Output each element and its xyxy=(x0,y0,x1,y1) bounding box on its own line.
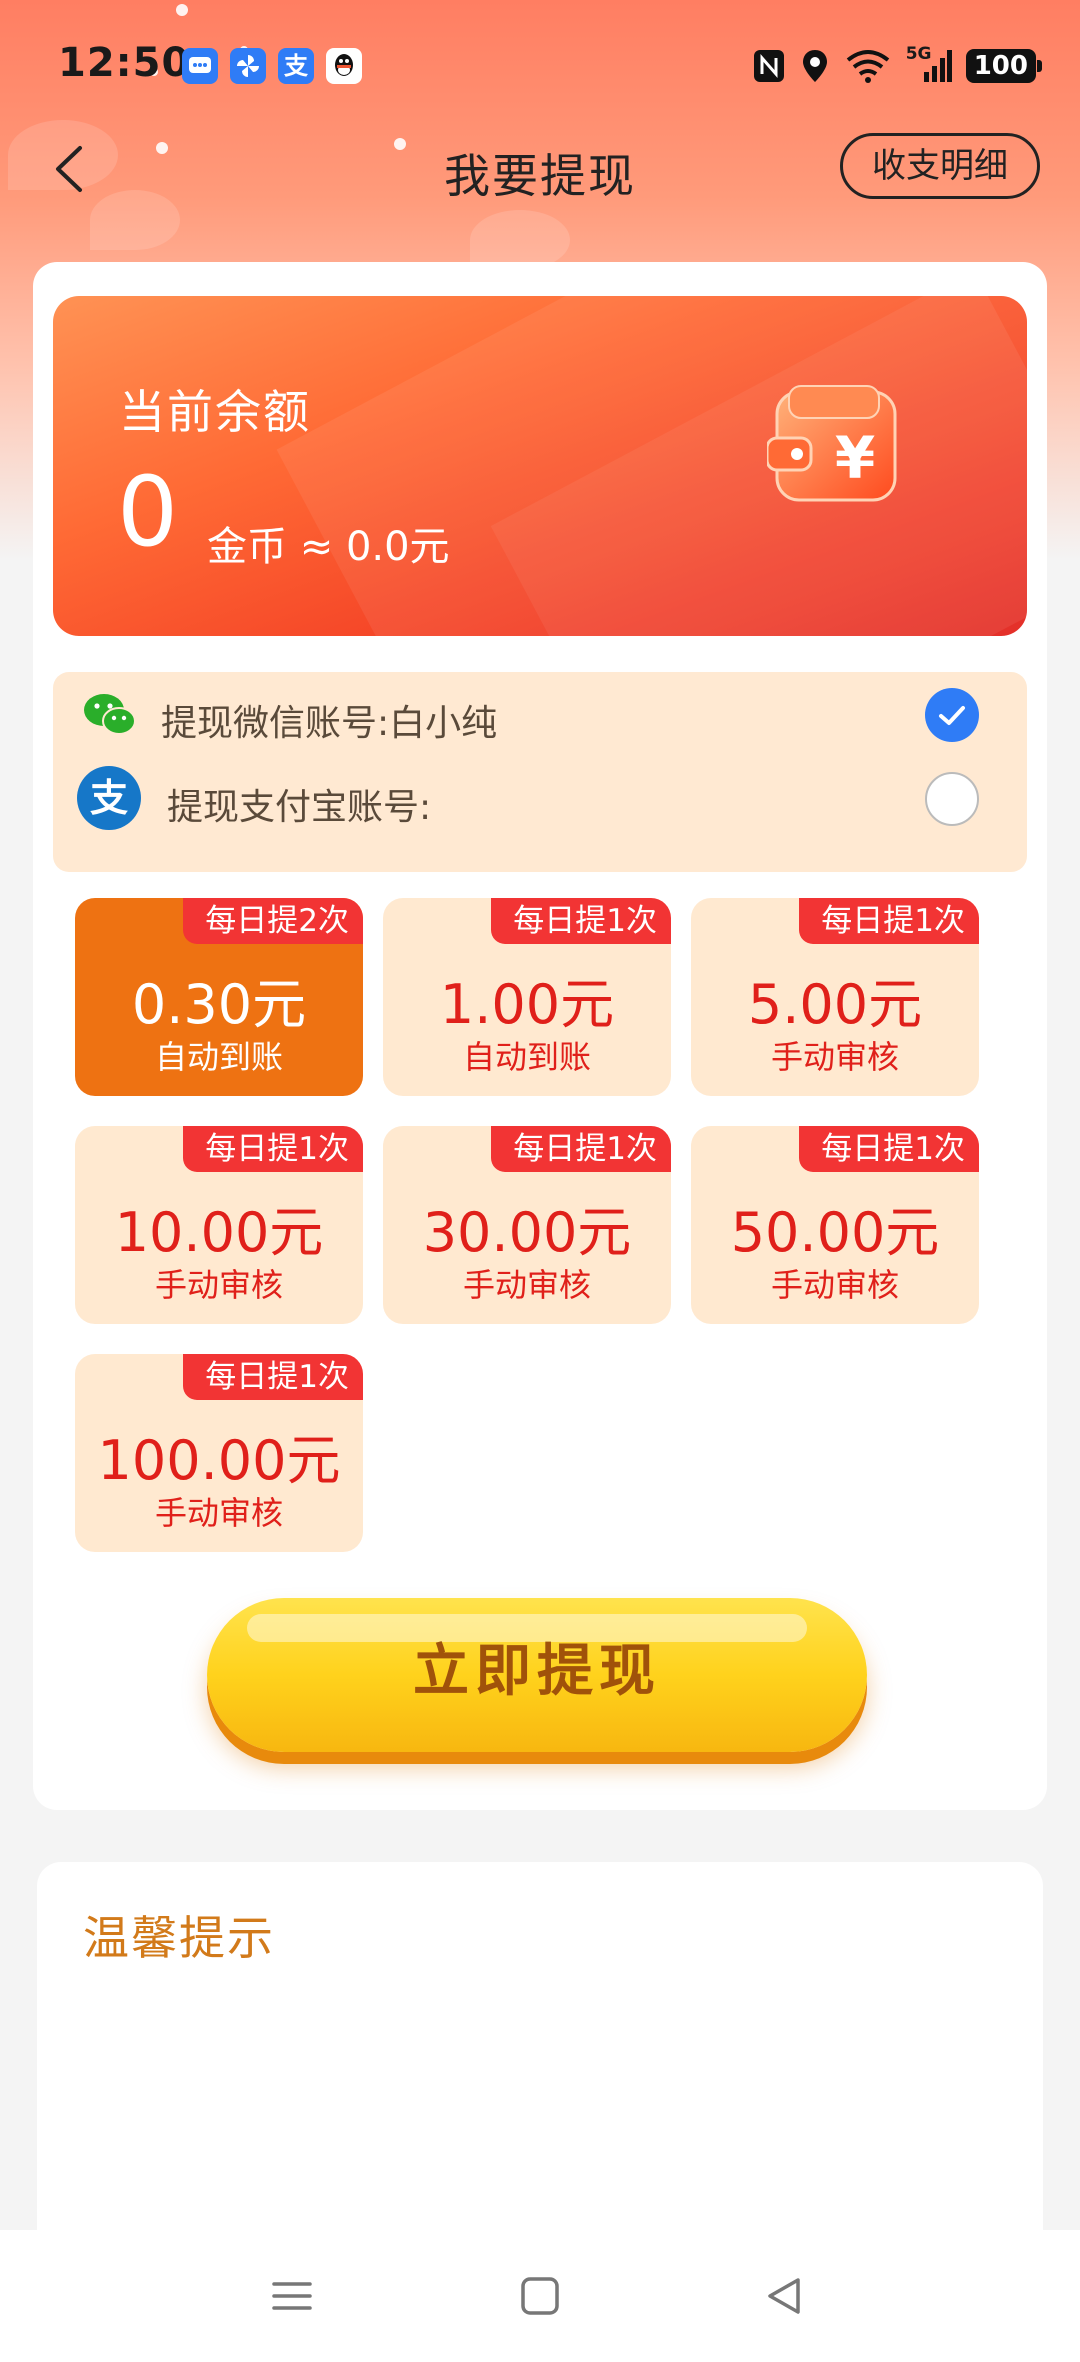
alipay-check-radio[interactable] xyxy=(925,772,979,826)
signal-icon: 5G xyxy=(906,44,952,84)
daily-limit-badge: 每日提2次 xyxy=(183,898,363,944)
withdraw-amount-options: 每日提2次 0.30元 自动到账 每日提1次 1.00元 自动到账 每日提1次 … xyxy=(75,898,1005,1558)
amount-option[interactable]: 每日提1次 5.00元 手动审核 xyxy=(691,898,979,1096)
menu-icon xyxy=(272,2282,312,2310)
amount-option[interactable]: 每日提1次 30.00元 手动审核 xyxy=(383,1126,671,1324)
daily-limit-badge: 每日提1次 xyxy=(491,898,671,944)
tips-title: 温馨提示 xyxy=(83,1911,275,1965)
option-amount: 30.00元 xyxy=(422,1201,632,1264)
alipay-icon: 支 xyxy=(77,766,141,830)
option-amount: 1.00元 xyxy=(439,973,615,1036)
balance-amount: 0 xyxy=(117,456,179,568)
amount-option[interactable]: 每日提1次 10.00元 手动审核 xyxy=(75,1126,363,1324)
page-header: 我要提现 收支明细 xyxy=(0,128,1080,208)
daily-limit-badge: 每日提1次 xyxy=(183,1354,363,1400)
alipay-account-row[interactable]: 支 提现支付宝账号: xyxy=(53,756,1027,840)
daily-limit-badge: 每日提1次 xyxy=(799,1126,979,1172)
option-amount: 10.00元 xyxy=(114,1201,324,1264)
option-mode: 手动审核 xyxy=(462,1266,591,1304)
qq-app-icon xyxy=(326,48,362,84)
option-mode: 手动审核 xyxy=(154,1266,283,1304)
withdraw-card: 当前余额 0 金币 ≈ 0.0元 ¥ 提现微信账号:白小纯 支 提现支付宝账号:… xyxy=(33,262,1047,1810)
transaction-details-button[interactable]: 收支明细 xyxy=(840,133,1040,199)
alipay-account-label: 提现支付宝账号: xyxy=(167,787,432,828)
withdraw-now-button[interactable]: 立即提现 xyxy=(207,1598,867,1752)
daily-limit-badge: 每日提1次 xyxy=(799,898,979,944)
withdraw-button-label: 立即提现 xyxy=(413,1639,661,1704)
back-nav-button[interactable] xyxy=(754,2266,814,2326)
nfc-icon xyxy=(752,48,786,84)
home-button[interactable] xyxy=(510,2266,570,2326)
status-time: 12:50 xyxy=(58,40,191,86)
balance-unit: 金币 ≈ 0.0元 xyxy=(207,524,450,570)
balance-label: 当前余额 xyxy=(119,385,311,439)
wechat-account-label: 提现微信账号:白小纯 xyxy=(161,703,498,744)
alipay-app-icon: 支 xyxy=(278,48,314,84)
daily-limit-badge: 每日提1次 xyxy=(183,1126,363,1172)
wallet-icon: ¥ xyxy=(767,385,897,502)
option-mode: 手动审核 xyxy=(770,1266,899,1304)
pinwheel-app-icon xyxy=(230,48,266,84)
battery-indicator: 100 xyxy=(965,49,1043,83)
account-selector: 提现微信账号:白小纯 支 提现支付宝账号: xyxy=(53,672,1027,872)
option-amount: 50.00元 xyxy=(730,1201,940,1264)
amount-option[interactable]: 每日提1次 50.00元 手动审核 xyxy=(691,1126,979,1324)
status-bar: 12:50 支 5G 100 xyxy=(0,0,1080,135)
amount-option[interactable]: 每日提1次 1.00元 自动到账 xyxy=(383,898,671,1096)
wechat-account-row[interactable]: 提现微信账号:白小纯 xyxy=(53,672,1027,756)
triangle-back-icon xyxy=(768,2278,800,2314)
balance-card: 当前余额 0 金币 ≈ 0.0元 ¥ xyxy=(53,296,1027,636)
amount-option[interactable]: 每日提2次 0.30元 自动到账 xyxy=(75,898,363,1096)
option-mode: 自动到账 xyxy=(154,1038,283,1076)
option-mode: 手动审核 xyxy=(770,1038,899,1076)
svg-text:¥: ¥ xyxy=(835,424,875,492)
home-square-icon xyxy=(521,2277,559,2315)
wifi-icon xyxy=(844,48,892,84)
daily-limit-badge: 每日提1次 xyxy=(491,1126,671,1172)
location-icon xyxy=(800,48,830,84)
checkmark-icon xyxy=(939,706,965,725)
system-navigation-bar xyxy=(0,2230,1080,2362)
wechat-icon xyxy=(84,694,136,735)
wechat-check-radio[interactable] xyxy=(925,688,979,742)
amount-option[interactable]: 每日提1次 100.00元 手动审核 xyxy=(75,1354,363,1552)
network-type: 5G xyxy=(905,44,932,64)
message-app-icon xyxy=(182,48,218,84)
menu-button[interactable] xyxy=(262,2266,322,2326)
option-mode: 自动到账 xyxy=(462,1038,591,1076)
option-amount: 5.00元 xyxy=(747,973,923,1036)
option-mode: 手动审核 xyxy=(154,1494,283,1532)
option-amount: 0.30元 xyxy=(131,973,307,1036)
option-amount: 100.00元 xyxy=(97,1429,341,1492)
